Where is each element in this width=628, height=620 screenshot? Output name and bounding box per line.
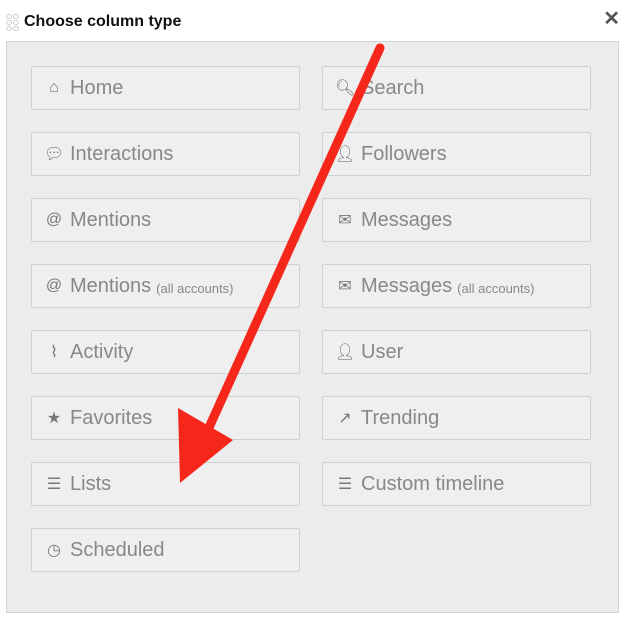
column-type-search-button[interactable]: 🔍︎ Search — [322, 66, 591, 110]
button-label: User — [361, 340, 404, 363]
column-type-panel: ⌂ Home 🔍︎ Search 💬︎ Interactions 👤︎ Followers @ M… — [6, 41, 619, 613]
speech-bubbles-icon: 💬︎ — [44, 146, 65, 163]
column-type-scheduled-button[interactable]: ◷ Scheduled — [31, 528, 300, 572]
button-label: Lists — [70, 472, 112, 495]
column-type-messages-all-accounts-button[interactable]: ✉ Messages (all accounts) — [322, 264, 591, 308]
search-icon: 🔍︎ — [335, 80, 356, 97]
button-label: Custom timeline — [361, 472, 505, 495]
button-sublabel: (all accounts) — [457, 281, 535, 296]
star-icon: ★ — [46, 410, 62, 427]
column-type-trending-button[interactable]: ↗ Trending — [322, 396, 591, 440]
close-icon[interactable]: ✕ — [603, 6, 620, 31]
button-label: Mentions — [70, 208, 152, 231]
home-icon: ⌂ — [49, 79, 59, 96]
column-type-home-button[interactable]: ⌂ Home — [31, 66, 300, 110]
button-sublabel: (all accounts) — [156, 281, 234, 296]
column-type-mentions-button[interactable]: @ Mentions — [31, 198, 300, 242]
trending-icon: ↗ — [338, 410, 352, 427]
column-type-user-button[interactable]: 👤︎ User — [322, 330, 591, 374]
dialog-title: Choose column type — [24, 13, 182, 30]
button-label: Search — [361, 76, 425, 99]
button-label: Interactions — [70, 142, 174, 165]
button-label: Messages — [361, 274, 453, 297]
button-label: Home — [70, 76, 124, 99]
button-label: Favorites — [70, 406, 153, 429]
column-type-mentions-all-accounts-button[interactable]: @ Mentions (all accounts) — [31, 264, 300, 308]
activity-icon: ⌇ — [50, 344, 58, 361]
dialog-header: Choose column type — [6, 10, 181, 34]
at-icon: @ — [45, 211, 63, 228]
button-label: Scheduled — [70, 538, 165, 561]
column-type-activity-button[interactable]: ⌇ Activity — [31, 330, 300, 374]
column-type-favorites-button[interactable]: ★ Favorites — [31, 396, 300, 440]
button-label: Followers — [361, 142, 447, 165]
column-type-custom-timeline-button[interactable]: ☰ Custom timeline — [322, 462, 591, 506]
list-icon: ☰ — [46, 476, 62, 493]
button-label: Trending — [361, 406, 440, 429]
at-icon: @ — [45, 277, 63, 294]
button-label: Activity — [70, 340, 134, 363]
user-icon: 👤︎ — [335, 344, 356, 361]
button-label: Mentions — [70, 274, 152, 297]
button-label: Messages — [361, 208, 453, 231]
column-type-interactions-button[interactable]: 💬︎ Interactions — [31, 132, 300, 176]
envelope-icon: ✉ — [338, 212, 352, 229]
drag-handle-icon[interactable] — [6, 14, 19, 31]
column-type-messages-button[interactable]: ✉ Messages — [322, 198, 591, 242]
column-type-followers-button[interactable]: 👤︎ Followers — [322, 132, 591, 176]
column-type-lists-button[interactable]: ☰ Lists — [31, 462, 300, 506]
envelope-icon: ✉ — [338, 278, 352, 295]
custom-timeline-icon: ☰ — [337, 476, 353, 493]
user-plus-icon: 👤︎ — [335, 146, 356, 163]
clock-icon: ◷ — [47, 542, 61, 559]
